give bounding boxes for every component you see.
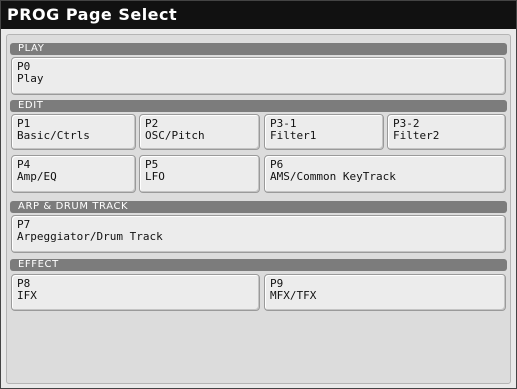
page-label: LFO (145, 170, 165, 183)
page-button-p1[interactable]: P1 Basic/Ctrls (11, 114, 136, 150)
window-title: PROG Page Select (1, 1, 516, 29)
page-select-panel: PLAY P0 Play EDIT P1 Basic/Ctrls P2 OSC/… (6, 34, 511, 384)
page-label: Filter2 (393, 129, 440, 142)
page-label: OSC/Pitch (145, 129, 205, 142)
section-arp-drum-header: ARP & DRUM TRACK (10, 201, 507, 213)
page-button-p9[interactable]: P9 MFX/TFX (264, 274, 506, 311)
page-button-p4[interactable]: P4 Amp/EQ (11, 155, 136, 193)
section-play-header: PLAY (10, 43, 507, 55)
page-button-p7[interactable]: P7 Arpeggiator/Drum Track (11, 215, 506, 253)
page-number: P0 (17, 60, 31, 73)
page-label: Filter1 (270, 129, 317, 142)
page-label: Amp/EQ (17, 170, 57, 183)
section-effect-header: EFFECT (10, 259, 507, 271)
page-label: IFX (17, 289, 37, 302)
page-label: Basic/Ctrls (17, 129, 90, 142)
page-button-p2[interactable]: P2 OSC/Pitch (139, 114, 260, 150)
page-button-p0[interactable]: P0 Play (11, 57, 506, 95)
page-label: AMS/Common KeyTrack (270, 170, 396, 183)
page-button-p3-1[interactable]: P3-1 Filter1 (264, 114, 384, 150)
section-edit-header: EDIT (10, 100, 507, 112)
page-button-p8[interactable]: P8 IFX (11, 274, 260, 311)
page-button-p3-2[interactable]: P3-2 Filter2 (387, 114, 506, 150)
page-label: Play (17, 72, 44, 85)
page-button-p6[interactable]: P6 AMS/Common KeyTrack (264, 155, 506, 193)
page-number: P8 (17, 277, 31, 290)
page-select-window: PROG Page Select PLAY P0 Play EDIT P1 Ba… (0, 0, 517, 389)
page-label: MFX/TFX (270, 289, 317, 302)
page-button-p5[interactable]: P5 LFO (139, 155, 260, 193)
page-label: Arpeggiator/Drum Track (17, 230, 163, 243)
